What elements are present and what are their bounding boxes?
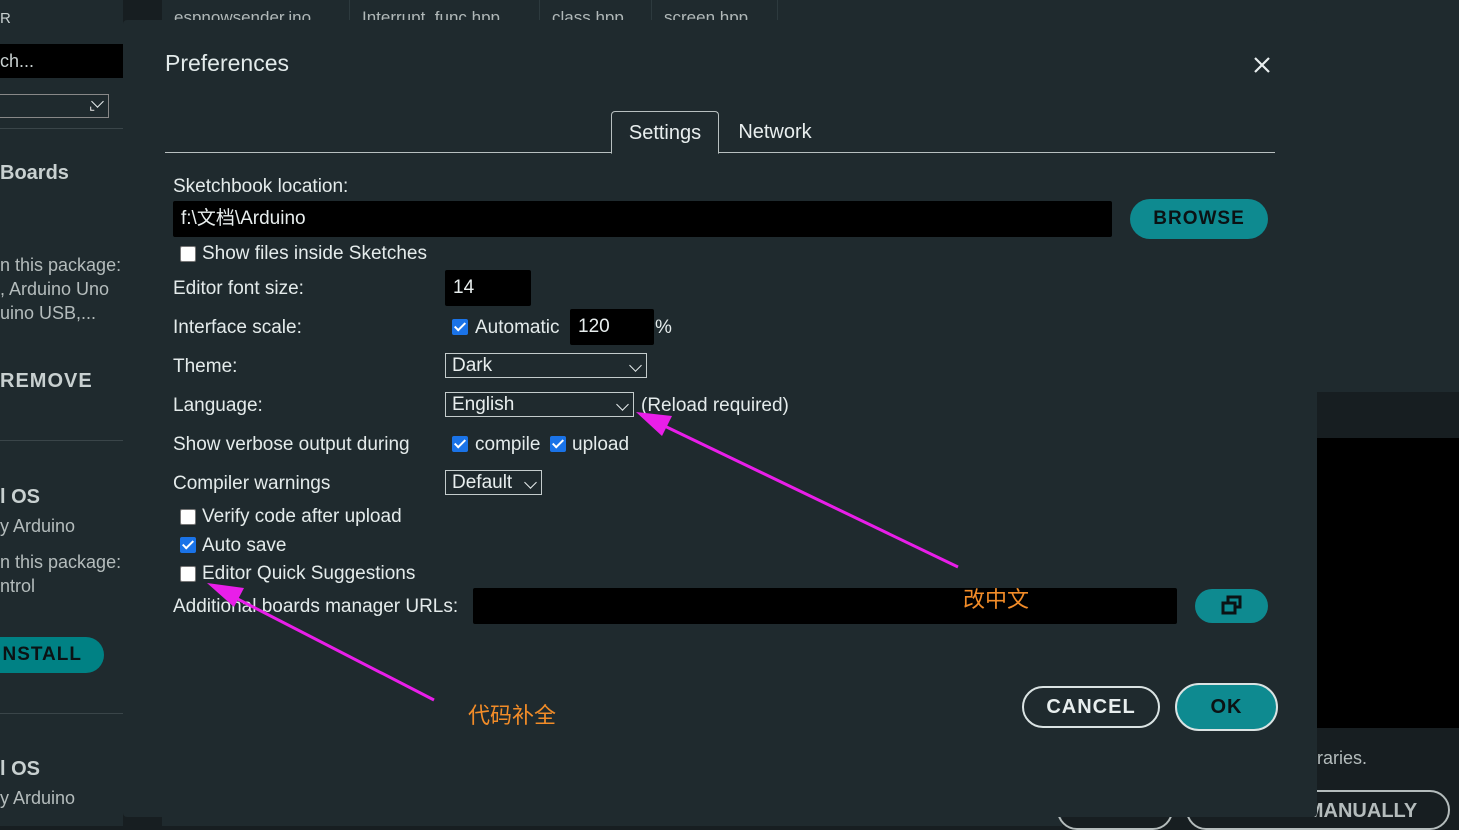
theme-select-value: Dark <box>452 355 493 376</box>
auto-save-checkbox[interactable] <box>180 537 196 553</box>
divider <box>0 128 123 129</box>
divider <box>0 713 123 714</box>
verbose-upload-checkbox[interactable] <box>550 436 566 452</box>
board-item-text: ntrol <box>0 576 36 596</box>
verbose-compile-label: compile <box>475 434 541 455</box>
close-icon <box>1254 57 1270 73</box>
edit-urls-button[interactable] <box>1195 589 1268 623</box>
quick-suggestions-checkbox[interactable] <box>180 566 196 582</box>
sketchbook-location-input[interactable]: f:\文档\Arduino <box>173 201 1112 237</box>
compiler-warnings-select[interactable]: Default <box>445 470 542 495</box>
automatic-scale-label: Automatic <box>475 317 560 338</box>
remove-button[interactable]: REMOVE <box>0 370 93 393</box>
theme-select[interactable]: Dark <box>445 353 647 378</box>
dialog-title: Preferences <box>165 50 290 76</box>
board-item-title: Boards <box>0 162 69 184</box>
tabs-divider <box>165 152 1275 153</box>
interface-scale-input[interactable]: 120 <box>570 309 654 345</box>
cancel-button[interactable]: CANCEL <box>1022 686 1160 728</box>
reload-required-note: (Reload required) <box>641 395 789 416</box>
boards-urls-label: Additional boards manager URLs: <box>173 596 459 617</box>
board-item-text: n this package: <box>0 552 122 572</box>
sidebar-title: R <box>0 10 11 27</box>
verbose-upload-label: upload <box>572 434 630 455</box>
preferences-dialog: Preferences Settings Network Sketchbook … <box>123 20 1317 817</box>
compiler-warnings-value: Default <box>452 472 513 493</box>
divider <box>0 440 123 441</box>
interface-scale-label: Interface scale: <box>173 317 302 338</box>
font-size-label: Editor font size: <box>173 278 304 299</box>
verbose-label: Show verbose output during <box>173 434 410 455</box>
show-files-checkbox[interactable] <box>180 246 196 262</box>
verbose-compile-checkbox[interactable] <box>452 436 468 452</box>
sketchbook-label: Sketchbook location: <box>173 176 349 197</box>
auto-save-label: Auto save <box>202 535 287 556</box>
board-item-author: y Arduino <box>0 788 76 808</box>
board-item-author: y Arduino <box>0 516 76 536</box>
background-panel <box>1317 42 1459 392</box>
board-item-text: , Arduino Uno <box>0 279 110 299</box>
tab-settings[interactable]: Settings <box>611 111 719 154</box>
background-strip <box>162 816 1062 826</box>
annotation-language: 改中文 <box>963 588 1030 613</box>
language-select-value: English <box>452 394 515 415</box>
chevron-down-icon <box>616 398 629 411</box>
annotation-suggestions: 代码补全 <box>468 704 557 729</box>
chevron-down-icon <box>629 359 642 372</box>
show-files-label: Show files inside Sketches <box>202 243 427 264</box>
tab-network[interactable]: Network <box>723 111 827 153</box>
automatic-scale-checkbox[interactable] <box>452 319 468 335</box>
chevron-down-icon: ⌄ <box>84 95 104 117</box>
chevron-down-icon <box>524 476 537 489</box>
background-text: raries. <box>1317 748 1368 768</box>
verify-code-checkbox[interactable] <box>180 509 196 525</box>
ok-button[interactable]: OK <box>1175 683 1278 731</box>
sidebar-search-input[interactable]: ch... <box>0 44 123 78</box>
boards-urls-input[interactable] <box>473 588 1177 624</box>
browse-button[interactable]: BROWSE <box>1130 199 1268 239</box>
interface-scale-unit: % <box>655 317 672 338</box>
board-item-text: n this package: <box>0 255 122 275</box>
language-select[interactable]: English <box>445 392 634 417</box>
language-label: Language: <box>173 395 263 416</box>
compiler-warnings-label: Compiler warnings <box>173 473 331 494</box>
open-window-icon <box>1221 595 1241 615</box>
background-output <box>1317 438 1459 728</box>
theme-label: Theme: <box>173 356 238 377</box>
board-item-text: uino USB,... <box>0 303 97 323</box>
font-size-input[interactable]: 14 <box>445 270 531 306</box>
quick-suggestions-label: Editor Quick Suggestions <box>202 563 416 584</box>
background-sidebar: R ch... ⌄ Boards n this package: , Ardui… <box>0 0 123 826</box>
sidebar-filter-select[interactable]: ⌄ <box>0 94 109 118</box>
board-item-title: l OS <box>0 758 41 780</box>
close-button[interactable] <box>1249 52 1275 78</box>
board-item-title: l OS <box>0 486 41 508</box>
install-button[interactable]: NSTALL <box>0 637 104 673</box>
verify-code-label: Verify code after upload <box>202 506 402 527</box>
